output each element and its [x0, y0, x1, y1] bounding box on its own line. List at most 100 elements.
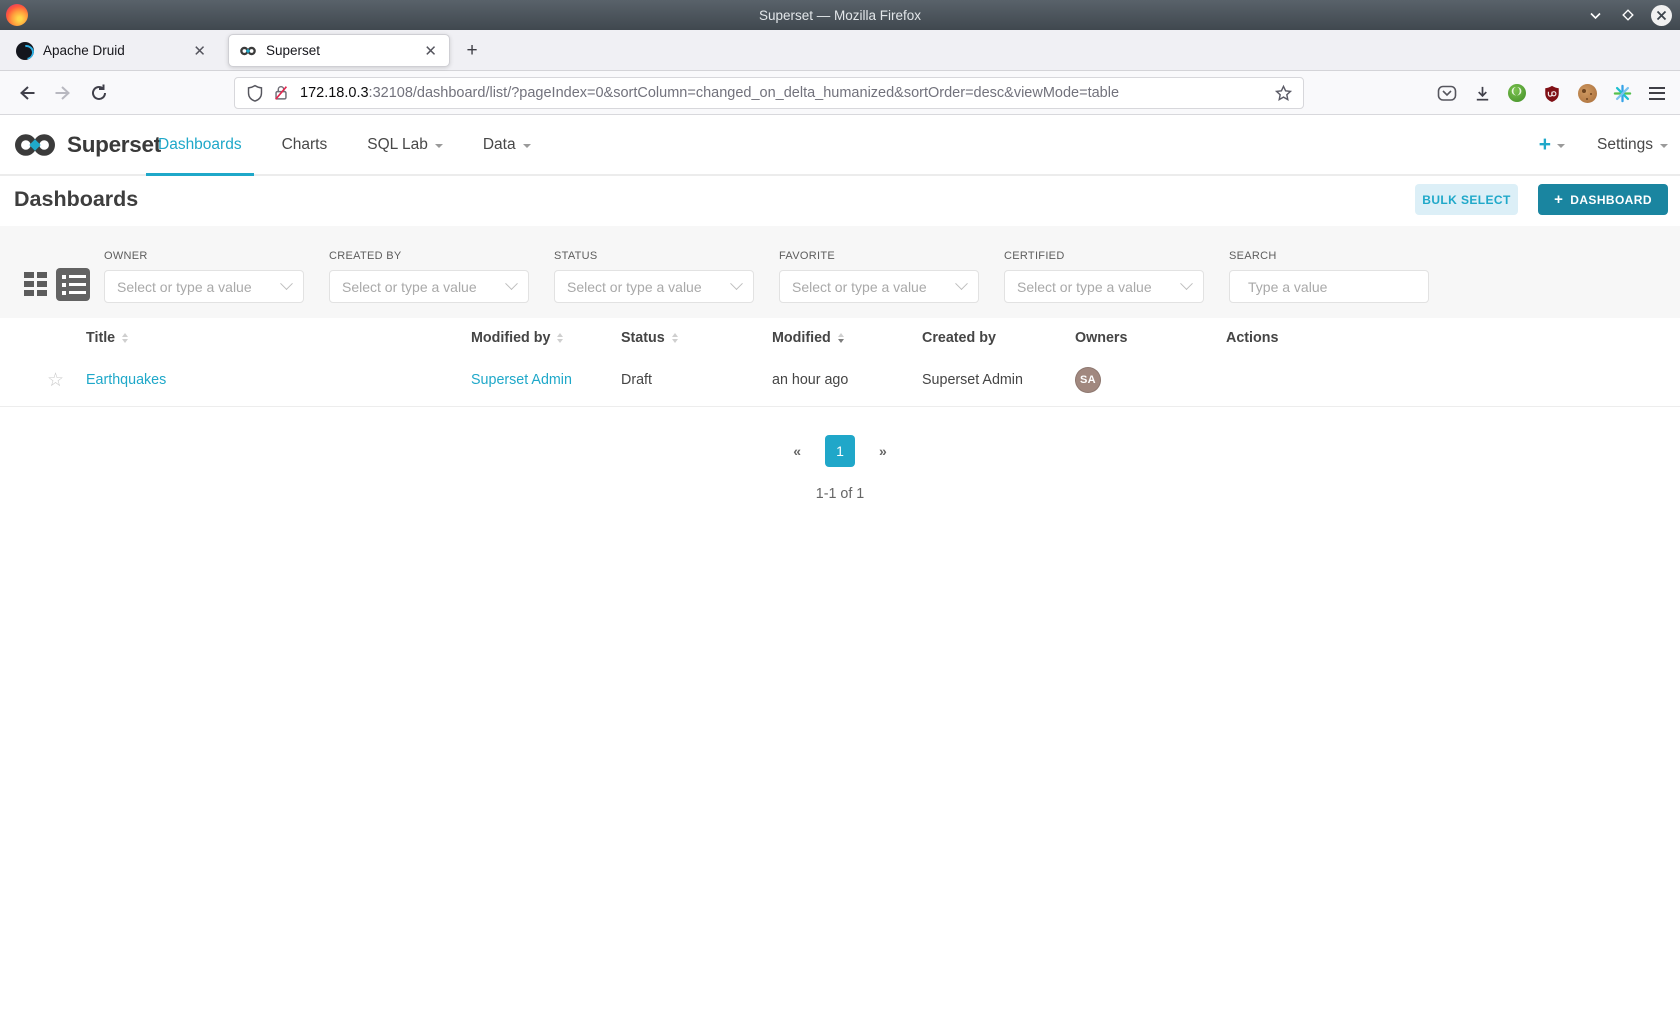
superset-navbar: Superset Dashboards Charts SQL Lab Data … [0, 115, 1680, 176]
tab-close-icon[interactable]: ✕ [422, 42, 439, 60]
previous-page-button[interactable]: « [793, 443, 801, 459]
maximize-icon[interactable] [1618, 5, 1638, 25]
favorite-select[interactable]: Select or type a value [779, 270, 979, 303]
created-by-value: Superset Admin [922, 372, 1023, 388]
nav-item-label: Dashboards [158, 135, 242, 153]
chevron-down-icon [505, 277, 518, 291]
bookmark-star-icon[interactable] [1273, 83, 1293, 103]
filter-created-by: CREATED BY Select or type a value [329, 250, 529, 303]
filter-label: CREATED BY [329, 250, 402, 262]
firefox-logo-icon [6, 4, 28, 26]
select-placeholder: Select or type a value [567, 278, 702, 295]
column-header-modified-by[interactable]: Modified by [471, 330, 621, 346]
filter-search: SEARCH [1229, 250, 1429, 303]
search-input[interactable] [1248, 278, 1429, 295]
column-header-status[interactable]: Status [621, 330, 772, 346]
column-label: Modified by [471, 330, 551, 346]
insecure-lock-icon[interactable] [271, 83, 291, 103]
url-bar[interactable]: 172.18.0.3:32108/dashboard/list/?pageInd… [234, 77, 1304, 109]
bulk-select-button[interactable]: BULK SELECT [1415, 184, 1518, 215]
nav-item-dashboards[interactable]: Dashboards [138, 115, 262, 176]
page-title: Dashboards [14, 187, 139, 211]
status-select[interactable]: Select or type a value [554, 270, 754, 303]
table-header-row: Title Modified by Status Modified Create… [0, 318, 1680, 358]
column-label: Created by [922, 330, 996, 346]
new-dashboard-button[interactable]: + DASHBOARD [1538, 184, 1668, 215]
tab-superset[interactable]: Superset ✕ [228, 34, 450, 67]
shield-icon[interactable] [245, 83, 265, 103]
row-count-summary: 1-1 of 1 [815, 486, 865, 502]
tab-bar: Apache Druid ✕ Superset ✕ + [0, 30, 1680, 71]
sort-icon [557, 332, 564, 344]
window-titlebar: Superset — Mozilla Firefox [0, 0, 1680, 30]
back-button[interactable] [12, 78, 42, 108]
list-view-toggle[interactable] [56, 268, 90, 301]
window-title: Superset — Mozilla Firefox [758, 7, 922, 23]
cookie-extension-icon[interactable] [1577, 83, 1597, 103]
filter-label: FAVORITE [779, 250, 835, 262]
download-icon[interactable] [1472, 83, 1492, 103]
sort-icon [671, 332, 678, 344]
new-tab-button[interactable]: + [460, 39, 484, 63]
column-label: Modified [772, 330, 831, 346]
modified-value: an hour ago [772, 372, 849, 388]
column-header-actions: Actions [1226, 330, 1680, 346]
select-placeholder: Select or type a value [1017, 278, 1152, 295]
dashboard-link[interactable]: Earthquakes [86, 372, 166, 388]
pocket-icon[interactable] [1437, 83, 1457, 103]
forward-button[interactable] [48, 78, 78, 108]
page-1-button[interactable]: 1 [825, 435, 855, 467]
nav-item-charts[interactable]: Charts [262, 115, 348, 174]
settings-menu[interactable]: Settings [1597, 136, 1668, 154]
chevron-down-icon [522, 143, 531, 148]
owner-avatar[interactable]: SA [1075, 367, 1101, 393]
chevron-down-icon [280, 277, 293, 291]
column-header-title[interactable]: Title [86, 330, 471, 346]
certified-select[interactable]: Select or type a value [1004, 270, 1204, 303]
nav-item-sql-lab[interactable]: SQL Lab [347, 115, 463, 174]
ublock-shield-icon[interactable] [1542, 83, 1562, 103]
extension-colorful-icon[interactable] [1612, 83, 1632, 103]
column-label: Title [86, 330, 116, 346]
new-dashboard-label: DASHBOARD [1570, 192, 1652, 207]
extension-green-icon[interactable] [1507, 83, 1527, 103]
nav-item-data[interactable]: Data [463, 115, 551, 174]
plus-icon: + [1554, 190, 1564, 208]
settings-label: Settings [1596, 135, 1653, 153]
new-item-menu[interactable]: + [1539, 133, 1565, 157]
column-header-created-by: Created by [922, 330, 1075, 346]
next-page-button[interactable]: » [879, 443, 887, 459]
dashboards-table: Title Modified by Status Modified Create… [0, 318, 1680, 407]
chevron-down-icon [1180, 277, 1193, 291]
close-icon[interactable] [1651, 4, 1672, 26]
column-label: Actions [1226, 330, 1279, 346]
superset-app: Superset Dashboards Charts SQL Lab Data … [0, 115, 1680, 1012]
modified-by-value[interactable]: Superset Admin [471, 372, 572, 388]
filter-label: STATUS [554, 250, 598, 262]
card-view-toggle[interactable] [24, 272, 47, 296]
reload-button[interactable] [84, 78, 114, 108]
column-header-modified[interactable]: Modified [772, 330, 922, 346]
filter-favorite: FAVORITE Select or type a value [779, 250, 979, 303]
table-row: ☆ Earthquakes Superset Admin Draft an ho… [0, 358, 1680, 402]
sort-desc-icon [837, 332, 844, 344]
druid-favicon-icon [16, 41, 34, 60]
chevron-down-icon [1556, 143, 1565, 148]
superset-infinity-icon [15, 133, 55, 156]
tab-apache-druid[interactable]: Apache Druid ✕ [6, 34, 218, 67]
filter-status: STATUS Select or type a value [554, 250, 754, 303]
pagination: « 1 » [0, 435, 1680, 467]
menu-icon[interactable] [1647, 83, 1667, 103]
column-label: Status [621, 330, 665, 346]
nav-item-label: Data [482, 135, 516, 153]
owner-select[interactable]: Select or type a value [104, 270, 304, 303]
created-by-select[interactable]: Select or type a value [329, 270, 529, 303]
favorite-star-icon[interactable]: ☆ [47, 371, 64, 390]
chevron-down-icon [434, 143, 443, 148]
nav-item-label: Charts [281, 135, 328, 153]
column-label: Owners [1075, 330, 1128, 346]
chevron-down-icon [955, 277, 968, 291]
minimize-icon[interactable] [1585, 5, 1605, 25]
tab-close-icon[interactable]: ✕ [191, 42, 208, 60]
column-header-owners: Owners [1075, 330, 1226, 346]
